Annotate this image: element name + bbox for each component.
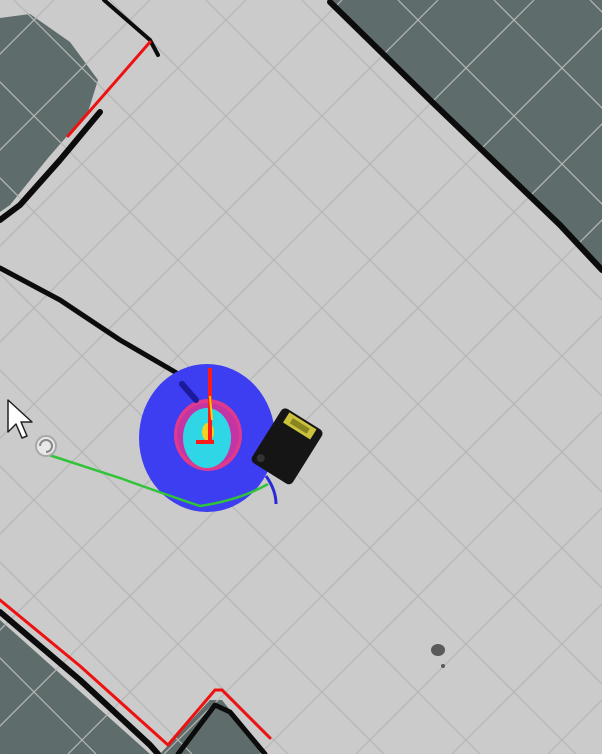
occupancy-map[interactable] xyxy=(0,0,602,754)
map-viewport[interactable] xyxy=(0,0,602,754)
small-obstacle-dot xyxy=(441,664,445,668)
rotate-goal-icon[interactable] xyxy=(35,435,57,457)
small-obstacle xyxy=(431,644,445,656)
